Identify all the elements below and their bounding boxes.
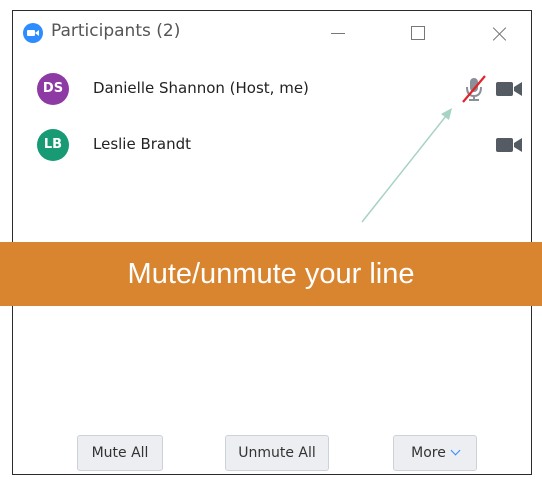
participant-name: Danielle Shannon (Host, me) [93, 79, 309, 97]
video-camera-icon[interactable] [495, 135, 523, 155]
maximize-button[interactable] [403, 19, 435, 47]
title-bar: Participants (2) [13, 11, 531, 55]
microphone-muted-icon[interactable] [459, 74, 489, 104]
more-button[interactable]: More [393, 435, 477, 471]
maximize-icon [411, 26, 425, 40]
annotation-banner: Mute/unmute your line [0, 242, 542, 306]
video-camera-icon[interactable] [495, 79, 523, 99]
mute-all-button[interactable]: Mute All [77, 435, 163, 471]
close-button[interactable] [483, 19, 515, 47]
unmute-all-label: Unmute All [238, 445, 316, 461]
unmute-all-button[interactable]: Unmute All [225, 435, 329, 471]
avatar: LB [37, 129, 69, 161]
avatar: DS [37, 73, 69, 105]
participant-name: Leslie Brandt [93, 135, 192, 153]
participant-row[interactable]: DS Danielle Shannon (Host, me) [13, 61, 531, 117]
minimize-icon [331, 33, 345, 34]
zoom-logo-icon [23, 23, 43, 43]
more-label: More [411, 445, 446, 461]
participant-row[interactable]: LB Leslie Brandt [13, 117, 531, 173]
window-title: Participants (2) [51, 21, 181, 41]
chevron-down-icon [450, 445, 461, 456]
minimize-button[interactable] [323, 19, 355, 47]
